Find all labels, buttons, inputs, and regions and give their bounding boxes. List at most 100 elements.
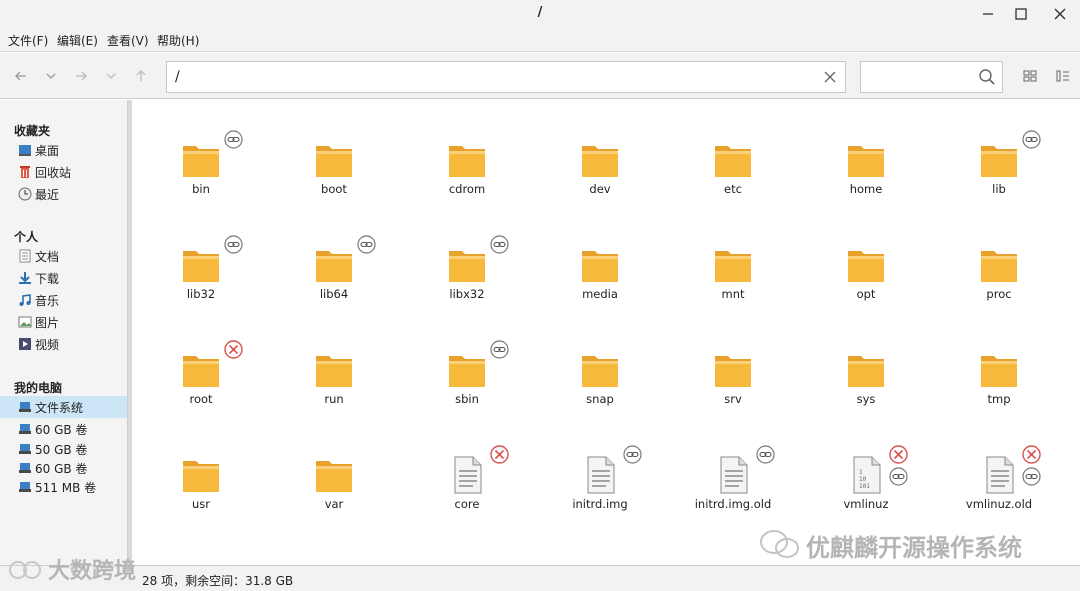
list-view-icon[interactable] <box>1055 68 1071 84</box>
file-item[interactable]: cdrom <box>412 105 522 196</box>
sidebar-item-trash[interactable]: 回收站 <box>0 161 127 183</box>
file-item[interactable]: sbin <box>412 315 522 406</box>
file-name: dev <box>589 182 611 196</box>
file-item[interactable]: root <box>146 315 256 406</box>
sidebar-item-documents[interactable]: 文档 <box>0 245 127 267</box>
folder-icon <box>316 251 352 282</box>
sidebar: 收藏夹 桌面 回收站 最近 个人 文档 下载 音乐 图片 视频 我的电脑 文件系… <box>0 100 128 565</box>
status-text: 28 项，剩余空间：31.8 GB <box>142 574 294 588</box>
file-item[interactable]: initrd.img.old <box>678 420 788 511</box>
sidebar-item-filesystem[interactable]: 文件系统 <box>0 396 127 418</box>
menu-edit[interactable]: 编辑(E) <box>57 32 98 49</box>
symlink-emblem-icon <box>1022 130 1041 149</box>
path-input[interactable]: / <box>175 69 180 85</box>
file-item[interactable]: lib64 <box>279 210 389 301</box>
sidebar-item-videos[interactable]: 视频 <box>0 333 127 355</box>
file-item[interactable]: run <box>279 315 389 406</box>
clear-icon <box>824 71 836 83</box>
sidebar-item-music[interactable]: 音乐 <box>0 289 127 311</box>
file-name: home <box>849 182 883 196</box>
sidebar-item-label: 回收站 <box>35 165 72 180</box>
status-bar: 28 项，剩余空间：31.8 GB <box>0 565 1080 591</box>
file-item[interactable]: libx32 <box>412 210 522 301</box>
file-name: core <box>454 497 480 511</box>
folder-icon <box>715 146 751 177</box>
sidebar-item-desktop[interactable]: 桌面 <box>0 139 127 161</box>
file-item[interactable]: etc <box>678 105 788 196</box>
search-icon[interactable] <box>978 68 996 86</box>
file-item[interactable]: mnt <box>678 210 788 301</box>
sidebar-item-label: 最近 <box>35 187 60 202</box>
chevron-down-icon <box>106 73 116 79</box>
file-item[interactable]: srv <box>678 315 788 406</box>
document-icon <box>587 456 615 494</box>
sidebar-item-downloads[interactable]: 下载 <box>0 267 127 289</box>
svg-text:1: 1 <box>859 469 863 476</box>
sidebar-item-recent[interactable]: 最近 <box>0 183 127 205</box>
file-item[interactable]: vmlinuz.old <box>944 420 1054 511</box>
menu-view[interactable]: 查看(V) <box>107 32 149 49</box>
menu-file[interactable]: 文件(F) <box>8 32 48 49</box>
file-item[interactable]: snap <box>545 315 655 406</box>
symlink-emblem-icon <box>357 235 376 254</box>
minimize-button[interactable] <box>977 4 999 24</box>
maximize-button[interactable] <box>1010 4 1032 24</box>
forward-history-button[interactable] <box>102 67 120 85</box>
folder-icon <box>582 356 618 387</box>
sidebar-item-volume-4[interactable]: 511 MB 卷 <box>0 476 127 498</box>
file-item[interactable]: proc <box>944 210 1054 301</box>
file-name: boot <box>321 182 347 196</box>
no-access-emblem-icon <box>224 340 243 359</box>
sidebar-item-volume-1[interactable]: 60 GB 卷 <box>0 418 127 440</box>
file-item[interactable]: home <box>811 105 921 196</box>
sidebar-heading-personal: 个人 <box>14 230 39 244</box>
file-item[interactable]: usr <box>146 420 256 511</box>
watermark-left-text: 大数跨境 <box>48 559 137 584</box>
symlink-emblem-icon <box>756 445 775 464</box>
file-name: proc <box>986 287 1012 301</box>
sidebar-item-label: 60 GB 卷 <box>35 461 88 476</box>
file-name: usr <box>191 497 210 511</box>
file-item[interactable]: var <box>279 420 389 511</box>
icon-view-icon[interactable] <box>1022 68 1038 84</box>
drive-icon <box>19 482 31 492</box>
file-item[interactable]: media <box>545 210 655 301</box>
maximize-icon <box>1015 8 1027 20</box>
up-button[interactable] <box>132 67 150 85</box>
file-item[interactable]: boot <box>279 105 389 196</box>
file-name: snap <box>586 392 614 406</box>
sidebar-item-label: 50 GB 卷 <box>35 442 88 457</box>
file-item[interactable]: tmp <box>944 315 1054 406</box>
drive-icon <box>19 402 31 412</box>
recent-icon <box>18 187 32 201</box>
path-bar[interactable]: / <box>166 61 846 93</box>
watermark-logo-icon <box>9 561 41 579</box>
sidebar-item-pictures[interactable]: 图片 <box>0 311 127 333</box>
file-item[interactable]: dev <box>545 105 655 196</box>
file-item[interactable]: 1 10 101 vmlinuz <box>811 420 921 511</box>
file-item[interactable]: core <box>412 420 522 511</box>
back-history-button[interactable] <box>42 67 60 85</box>
binary-file-icon: 1 10 101 <box>853 456 881 494</box>
clear-path-button[interactable] <box>821 68 839 86</box>
file-item[interactable]: sys <box>811 315 921 406</box>
menu-help[interactable]: 帮助(H) <box>157 32 199 49</box>
sidebar-item-label: 图片 <box>35 315 60 330</box>
no-access-emblem-icon <box>490 445 509 464</box>
document-icon <box>454 456 482 494</box>
close-button[interactable] <box>1049 4 1071 24</box>
sidebar-item-label: 文件系统 <box>35 400 84 415</box>
file-item[interactable]: opt <box>811 210 921 301</box>
symlink-emblem-icon <box>623 445 642 464</box>
trash-icon <box>20 166 30 178</box>
forward-button[interactable] <box>72 67 90 85</box>
file-item[interactable]: bin <box>146 105 256 196</box>
search-input[interactable] <box>860 61 1003 93</box>
file-item[interactable]: lib <box>944 105 1054 196</box>
file-name: lib64 <box>319 287 349 301</box>
symlink-emblem-icon <box>490 340 509 359</box>
document-icon <box>986 456 1014 494</box>
back-button[interactable] <box>12 67 30 85</box>
file-item[interactable]: lib32 <box>146 210 256 301</box>
file-item[interactable]: initrd.img <box>545 420 655 511</box>
